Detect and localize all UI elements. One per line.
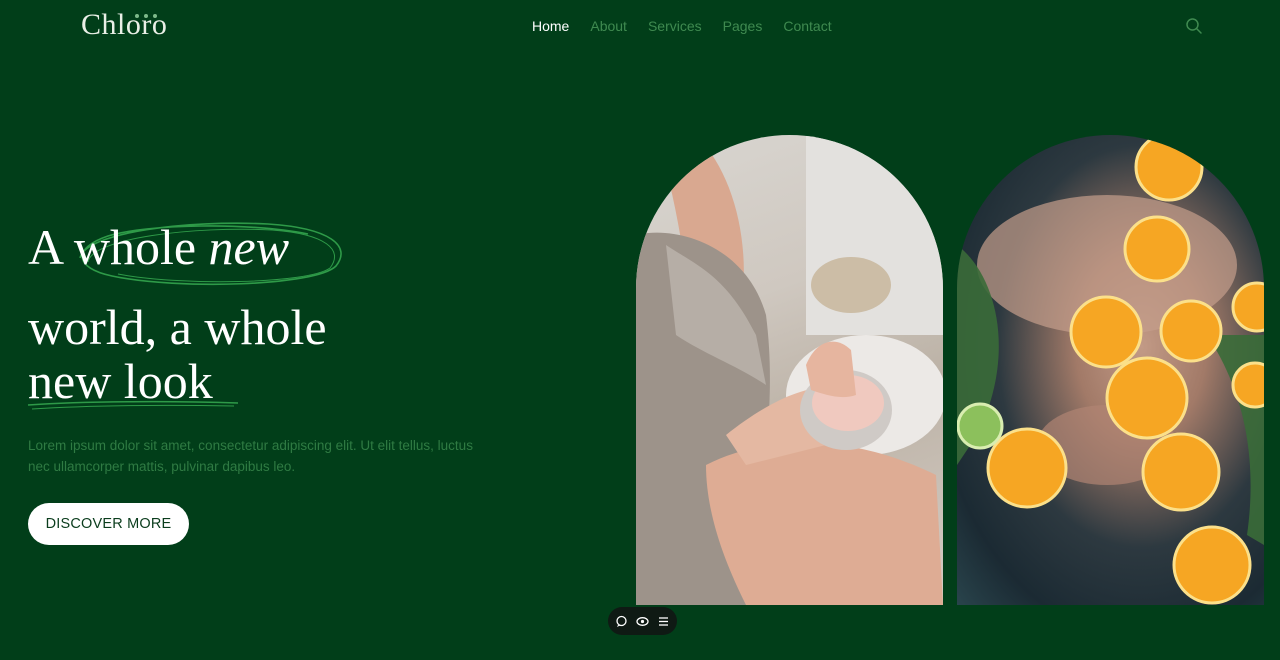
nav-about[interactable]: About [590,18,627,34]
nav-pages[interactable]: Pages [723,18,763,34]
comment-icon[interactable] [615,615,628,628]
discover-more-button[interactable]: DISCOVER MORE [28,503,189,545]
nav-services[interactable]: Services [648,18,702,34]
brand-name: Chloro [81,8,168,41]
nav-contact[interactable]: Contact [783,18,831,34]
nav-home[interactable]: Home [532,18,569,34]
hero-headline-line1: A whole new [28,218,289,276]
headline-line2: world, a whole [28,299,327,355]
search-icon[interactable] [1185,17,1203,35]
headline-plain-text: A whole [28,219,209,275]
main-nav: Home About Services Pages Contact [532,18,832,34]
logo-leaf-dots [135,14,157,18]
hero-headline-rest: world, a whole new look [28,300,327,408]
eye-icon[interactable] [636,615,649,628]
hero-description: Lorem ipsum dolor sit amet, consectetur … [28,438,473,474]
headline-italic-text: new [208,219,290,275]
list-icon[interactable] [657,615,670,628]
hero-image-citrus-bath [957,135,1264,605]
hero-image-skincare [636,135,943,605]
headline-underline-decoration [27,400,239,410]
floating-toolbar [608,607,677,635]
